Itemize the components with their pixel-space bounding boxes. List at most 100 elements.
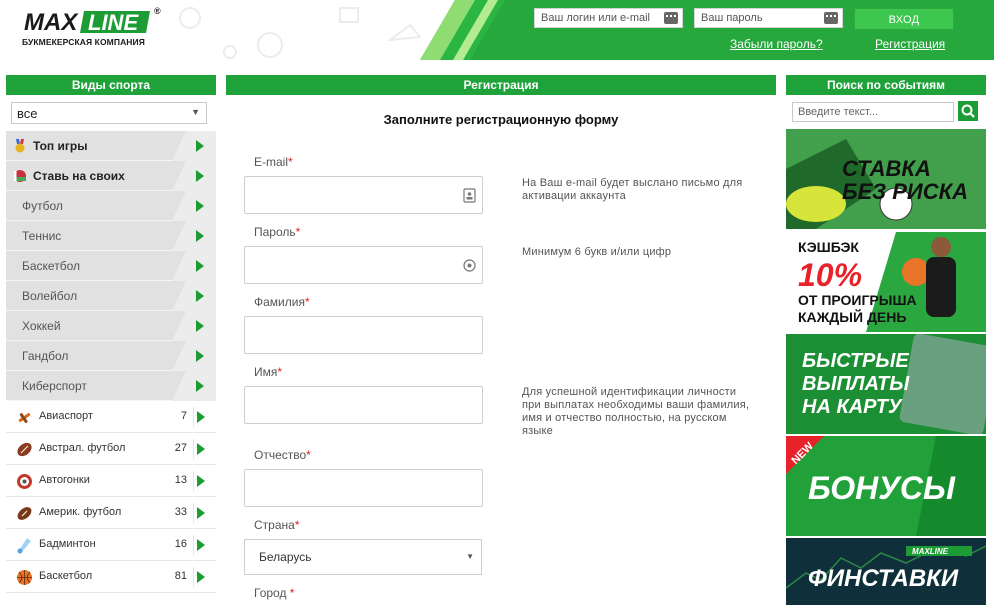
email-hint: На Ваш e-mail будет выслано письмо для а… bbox=[522, 177, 743, 202]
email-field[interactable] bbox=[244, 176, 483, 214]
banner-fast-payouts-line1: БЫСТРЫЕ bbox=[802, 350, 909, 372]
count-divider bbox=[193, 535, 194, 555]
search-icon bbox=[961, 104, 975, 118]
password-input[interactable]: Ваш пароль bbox=[694, 8, 843, 28]
play-arrow-icon bbox=[197, 411, 205, 423]
sidebar-item-label: Топ игры bbox=[33, 139, 88, 153]
sidebar-item-basketball[interactable]: Баскетбол bbox=[6, 251, 216, 281]
svg-text:MAX: MAX bbox=[24, 9, 79, 36]
event-count: 81 bbox=[174, 570, 187, 582]
sports-sidebar: Виды спорта все ▼ Топ игры Ставь на свои… bbox=[6, 75, 216, 605]
form-heading: Заполните регистрационную форму bbox=[383, 112, 619, 127]
sidebar-item-football[interactable]: Футбол bbox=[6, 191, 216, 221]
surname-label-text: Фамилия bbox=[254, 295, 305, 309]
surname-label: Фамилия* bbox=[254, 295, 310, 309]
banner-bonuses-text: БОНУСЫ bbox=[808, 470, 956, 506]
sports-menu: Топ игры Ставь на своих Футбол Теннис Ба… bbox=[6, 131, 216, 593]
required-mark: * bbox=[306, 448, 311, 462]
name-field[interactable] bbox=[244, 386, 483, 424]
maxline-logo[interactable]: MAX LINE ® БУКМЕКЕРСКАЯ КОМПАНИЯ bbox=[22, 6, 162, 48]
sport-label: Бадминтон bbox=[39, 538, 96, 550]
sidebar-item-basketball-count[interactable]: Баскетбол 81 bbox=[6, 561, 216, 593]
sidebar-item-label: Футбол bbox=[22, 199, 63, 213]
sport-label: Баскетбол bbox=[39, 570, 93, 582]
play-arrow-icon bbox=[196, 320, 204, 332]
required-mark: * bbox=[288, 155, 293, 169]
sidebar-item-badminton[interactable]: Бадминтон 16 bbox=[6, 529, 216, 561]
surname-field[interactable] bbox=[244, 316, 483, 354]
required-mark: * bbox=[289, 586, 295, 600]
sport-filter-select[interactable]: все ▼ bbox=[11, 102, 207, 124]
banner-risk-free-art: СТАВКА БЕЗ РИСКА bbox=[786, 129, 986, 229]
sidebar-item-motorsport[interactable]: Автогонки 13 bbox=[6, 465, 216, 497]
american-football-icon bbox=[17, 507, 32, 520]
banner-cashback-line4: КАЖДЫЙ ДЕНЬ bbox=[798, 308, 906, 325]
keyboard-icon[interactable] bbox=[824, 12, 838, 24]
sidebar-title: Виды спорта bbox=[6, 75, 216, 95]
svg-text:LINE: LINE bbox=[88, 10, 139, 35]
count-divider bbox=[193, 503, 194, 523]
play-arrow-icon bbox=[196, 140, 204, 152]
banner-fin-bets-text: ФИНСТАВКИ bbox=[808, 565, 959, 592]
sidebar-item-label: Теннис bbox=[22, 229, 62, 243]
event-count: 33 bbox=[174, 506, 187, 518]
count-divider bbox=[193, 567, 194, 587]
play-arrow-icon bbox=[197, 475, 205, 487]
banner-bonuses[interactable]: NEW БОНУСЫ bbox=[786, 436, 986, 536]
banner-risk-free-line2: БЕЗ РИСКА bbox=[842, 179, 968, 204]
sidebar-item-top-games[interactable]: Топ игры bbox=[6, 131, 216, 161]
sidebar-item-tennis[interactable]: Теннис bbox=[6, 221, 216, 251]
sport-filter-value: все bbox=[17, 106, 38, 121]
count-divider bbox=[193, 471, 194, 491]
password-hint: Минимум 6 букв и/или цифр bbox=[522, 246, 672, 258]
login-input[interactable]: Ваш логин или e-mail bbox=[534, 8, 683, 28]
banner-fin-bets[interactable]: MAXLINE ФИНСТАВКИ bbox=[786, 538, 986, 605]
sidebar-item-esports[interactable]: Киберспорт bbox=[6, 371, 216, 401]
event-search-input[interactable]: Введите текст... bbox=[792, 102, 954, 122]
sport-label: Авиаспорт bbox=[39, 410, 93, 422]
banner-fast-payouts-line2: ВЫПЛАТЫ bbox=[802, 373, 910, 395]
password-field[interactable] bbox=[244, 246, 483, 284]
login-button[interactable]: ВХОД bbox=[854, 8, 954, 30]
sidebar-item-aussie-football[interactable]: Австрал. футбол 27 bbox=[6, 433, 216, 465]
play-arrow-icon bbox=[196, 200, 204, 212]
password-generator-icon[interactable] bbox=[463, 258, 476, 273]
sidebar-item-local-bets[interactable]: Ставь на своих bbox=[6, 161, 216, 191]
banner-fast-payouts-art: БЫСТРЫЕ ВЫПЛАТЫ НА КАРТУ bbox=[786, 334, 986, 434]
name-label-text: Имя bbox=[254, 365, 278, 379]
row-arrow-tab bbox=[172, 251, 216, 281]
registration-title: Регистрация bbox=[226, 75, 776, 95]
row-arrow-tab bbox=[172, 311, 216, 341]
event-search-panel: Поиск по событиям Введите текст... СТАВК… bbox=[786, 75, 986, 605]
banner-fast-payouts[interactable]: БЫСТРЫЕ ВЫПЛАТЫ НА КАРТУ bbox=[786, 334, 986, 434]
sidebar-item-handball[interactable]: Гандбол bbox=[6, 341, 216, 371]
search-button[interactable] bbox=[958, 101, 978, 121]
required-mark: * bbox=[277, 365, 283, 379]
forgot-password-link[interactable]: Забыли пароль? bbox=[730, 37, 823, 51]
sidebar-item-american-football[interactable]: Америк. футбол 33 bbox=[6, 497, 216, 529]
keyboard-icon[interactable] bbox=[664, 12, 678, 24]
patronymic-label-text: Отчество bbox=[254, 448, 307, 462]
patronymic-label: Отчество* bbox=[254, 448, 311, 462]
identity-hint: Для успешной идентификации личности при … bbox=[522, 386, 750, 437]
play-arrow-icon bbox=[197, 571, 205, 583]
row-arrow-tab bbox=[172, 191, 216, 221]
play-arrow-icon bbox=[196, 230, 204, 242]
sidebar-item-volleyball[interactable]: Волейбол bbox=[6, 281, 216, 311]
sidebar-item-hockey[interactable]: Хоккей bbox=[6, 311, 216, 341]
banner-fast-payouts-line3: НА КАРТУ bbox=[802, 396, 903, 418]
sidebar-item-airsport[interactable]: Авиаспорт 7 bbox=[6, 401, 216, 433]
name-label: Имя* bbox=[254, 365, 282, 379]
patronymic-field[interactable] bbox=[244, 469, 483, 507]
city-label: Город * bbox=[254, 586, 294, 600]
banner-risk-free[interactable]: СТАВКА БЕЗ РИСКА bbox=[786, 129, 986, 229]
basketball-icon bbox=[17, 570, 32, 585]
event-count: 13 bbox=[174, 474, 187, 486]
sidebar-item-label: Баскетбол bbox=[22, 259, 80, 273]
register-link[interactable]: Регистрация bbox=[875, 37, 945, 51]
medal-icon bbox=[15, 139, 25, 153]
email-label-text: E-mail bbox=[254, 155, 289, 169]
banner-cashback[interactable]: КЭШБЭК 10% ОТ ПРОИГРЫША КАЖДЫЙ ДЕНЬ bbox=[786, 232, 986, 332]
country-select[interactable]: Беларусь ▼ bbox=[244, 539, 482, 575]
sidebar-item-label: Гандбол bbox=[22, 349, 69, 363]
